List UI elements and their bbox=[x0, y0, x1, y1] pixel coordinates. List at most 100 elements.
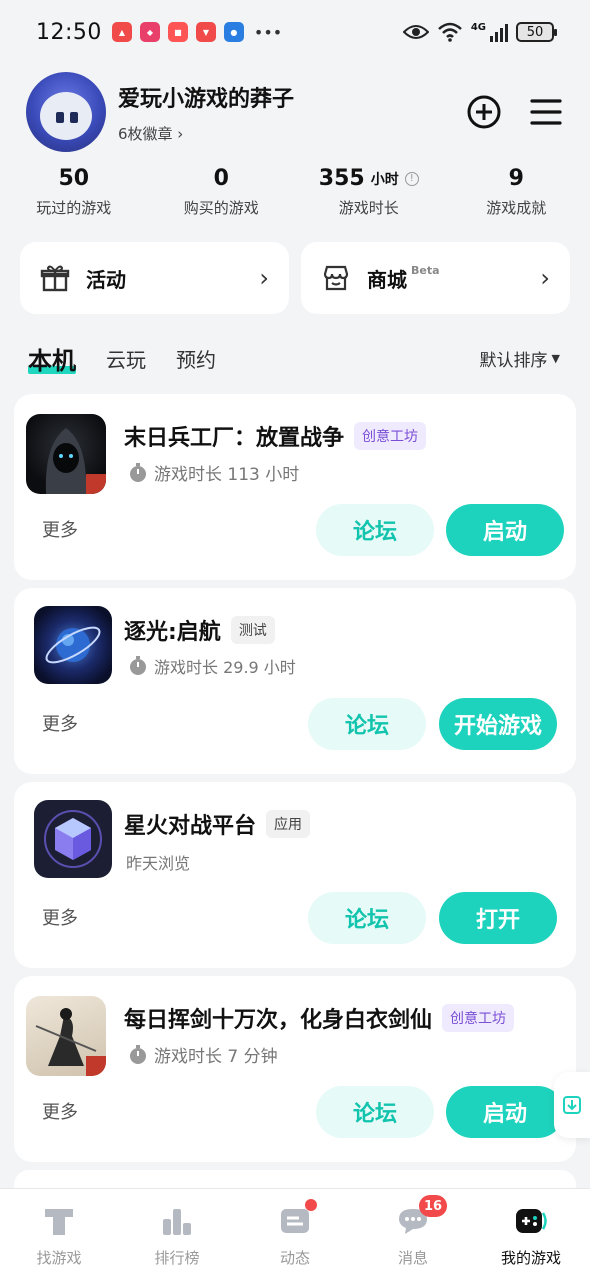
ranking-icon bbox=[163, 1209, 191, 1235]
forum-button[interactable]: 论坛 bbox=[316, 1086, 434, 1138]
nav-label: 动态 bbox=[279, 1249, 310, 1267]
game-playtime: 游戏时长 113 小时 bbox=[154, 465, 300, 485]
nav-label: 找游戏 bbox=[36, 1249, 82, 1267]
stat-label: 购买的游戏 bbox=[183, 199, 259, 217]
game-icon bbox=[26, 414, 106, 494]
open-button[interactable]: 打开 bbox=[439, 892, 557, 944]
sort-label: 默认排序 bbox=[479, 350, 548, 371]
game-playtime: 游戏时长 29.9 小时 bbox=[154, 658, 296, 677]
sort-dropdown[interactable]: 默认排序 ▼ bbox=[480, 346, 560, 371]
profile-header: 爱玩小游戏的莽子 6枚徽章 › bbox=[26, 72, 564, 152]
game-title: 逐光:启航 bbox=[124, 620, 221, 645]
avatar-eye bbox=[70, 112, 78, 123]
unread-dot bbox=[305, 1199, 317, 1211]
more-button[interactable]: 更多 bbox=[42, 904, 78, 930]
game-title: 星火对战平台 bbox=[124, 814, 257, 839]
beta-badge: Beta bbox=[411, 264, 440, 277]
start-game-button[interactable]: 开始游戏 bbox=[439, 698, 557, 750]
download-icon bbox=[563, 1096, 581, 1114]
mall-card[interactable]: 商城 Beta › bbox=[301, 242, 570, 314]
cube-icon bbox=[44, 810, 102, 868]
more-button[interactable]: 更多 bbox=[42, 710, 78, 736]
tab-cloud[interactable]: 云玩 bbox=[106, 344, 146, 373]
caret-down-icon: ▼ bbox=[551, 351, 560, 365]
entry-cards: 活动 › 商城 Beta › bbox=[20, 242, 570, 314]
stopwatch-icon bbox=[130, 462, 146, 482]
activity-card[interactable]: 活动 › bbox=[20, 242, 289, 314]
battery-icon: 50 bbox=[516, 22, 557, 42]
info-icon[interactable]: ! bbox=[404, 171, 419, 186]
gamepad-icon bbox=[516, 1209, 547, 1233]
avatar-face bbox=[40, 92, 92, 140]
avatar[interactable] bbox=[26, 72, 106, 152]
more-notifications-icon: ••• bbox=[253, 22, 283, 42]
nav-feed[interactable]: 动态 bbox=[236, 1189, 354, 1280]
more-button[interactable]: 更多 bbox=[42, 516, 78, 542]
hamburger-icon bbox=[530, 99, 562, 125]
forum-button[interactable]: 论坛 bbox=[316, 504, 434, 556]
tab-local[interactable]: 本机 bbox=[28, 341, 76, 376]
game-icon bbox=[26, 996, 106, 1076]
status-time: 12:50 bbox=[36, 19, 102, 45]
more-button[interactable]: 更多 bbox=[42, 1098, 78, 1124]
game-card[interactable]: 星火对战平台 应用 昨天浏览 更多 论坛 打开 bbox=[14, 782, 576, 968]
nav-ranking[interactable]: 排行榜 bbox=[118, 1189, 236, 1280]
game-card[interactable]: 每日挥剑十万次，化身白衣剑仙 创意工坊 游戏时长 7 分钟 更多 论坛 启动 bbox=[14, 976, 576, 1162]
game-tag: 创意工坊 bbox=[442, 1004, 515, 1032]
menu-button[interactable] bbox=[528, 94, 564, 130]
game-title: 每日挥剑十万次，化身白衣剑仙 bbox=[124, 1008, 433, 1033]
stat-label: 游戏时长 bbox=[338, 199, 399, 217]
app-notification-icon: ● bbox=[223, 22, 244, 42]
nav-label: 我的游戏 bbox=[500, 1249, 561, 1267]
stat-achievements[interactable]: 9 游戏成就 bbox=[443, 166, 590, 218]
nav-label: 排行榜 bbox=[154, 1249, 200, 1267]
network-type: 4G bbox=[470, 22, 486, 33]
stat-value: 355 bbox=[318, 166, 365, 191]
signal-icon bbox=[490, 22, 508, 42]
forum-button[interactable]: 论坛 bbox=[308, 698, 426, 750]
add-button[interactable] bbox=[466, 94, 502, 130]
stat-value: 50 bbox=[58, 166, 90, 191]
tab-reserve[interactable]: 预约 bbox=[176, 344, 216, 373]
find-games-icon bbox=[45, 1209, 73, 1235]
eye-icon bbox=[402, 25, 429, 39]
game-icon bbox=[34, 606, 112, 684]
wifi-icon bbox=[437, 22, 462, 42]
stopwatch-icon bbox=[130, 1044, 146, 1064]
badges-link[interactable]: 6枚徽章 › bbox=[118, 123, 294, 144]
battery-level: 50 bbox=[526, 24, 544, 40]
stats-row: 50 玩过的游戏 0 购买的游戏 355 小时 ! 游戏时长 9 游戏成就 bbox=[0, 166, 590, 218]
plus-circle-icon bbox=[467, 95, 501, 129]
stat-played[interactable]: 50 玩过的游戏 bbox=[0, 166, 148, 218]
stat-label: 玩过的游戏 bbox=[36, 199, 112, 217]
stat-playtime[interactable]: 355 小时 ! 游戏时长 bbox=[295, 166, 443, 218]
nav-find-games[interactable]: 找游戏 bbox=[0, 1189, 118, 1280]
activity-label: 活动 bbox=[86, 267, 126, 292]
nav-label: 消息 bbox=[397, 1249, 428, 1267]
game-tag: 测试 bbox=[230, 616, 275, 644]
nav-my-games[interactable]: 我的游戏 bbox=[472, 1189, 590, 1280]
launch-button[interactable]: 启动 bbox=[446, 504, 564, 556]
chevron-right-icon: › bbox=[540, 264, 550, 292]
bottom-nav: 找游戏 排行榜 动态 16 消息 我的游戏 bbox=[0, 1188, 590, 1280]
hooded-figure-icon bbox=[45, 428, 106, 494]
game-tabs: 本机 云玩 预约 默认排序 ▼ bbox=[28, 338, 560, 378]
stat-purchased[interactable]: 0 购买的游戏 bbox=[148, 166, 296, 218]
app-notification-icon: ■ bbox=[167, 22, 188, 42]
nav-messages[interactable]: 16 消息 bbox=[354, 1189, 472, 1280]
app-notification-icon: ▼ bbox=[195, 22, 216, 42]
game-tag: 创意工坊 bbox=[354, 422, 427, 450]
game-card[interactable]: 末日兵工厂：放置战争 创意工坊 游戏时长 113 小时 更多 论坛 启动 bbox=[14, 394, 576, 580]
status-bar: 12:50 ▲ ◆ ■ ▼ ● ••• 4G 50 bbox=[0, 0, 590, 64]
launch-button[interactable]: 启动 bbox=[446, 1086, 564, 1138]
forum-button[interactable]: 论坛 bbox=[308, 892, 426, 944]
username[interactable]: 爱玩小游戏的莽子 bbox=[118, 81, 294, 113]
floating-download-tab[interactable] bbox=[554, 1072, 590, 1138]
swordsman-icon bbox=[35, 1008, 106, 1076]
app-notification-icon: ◆ bbox=[139, 22, 160, 42]
game-card[interactable]: 逐光:启航 测试 游戏时长 29.9 小时 更多 论坛 开始游戏 bbox=[14, 588, 576, 774]
gift-icon bbox=[40, 265, 70, 292]
stat-unit: 小时 bbox=[370, 171, 399, 188]
store-icon bbox=[323, 265, 349, 291]
stat-value: 9 bbox=[508, 166, 524, 191]
